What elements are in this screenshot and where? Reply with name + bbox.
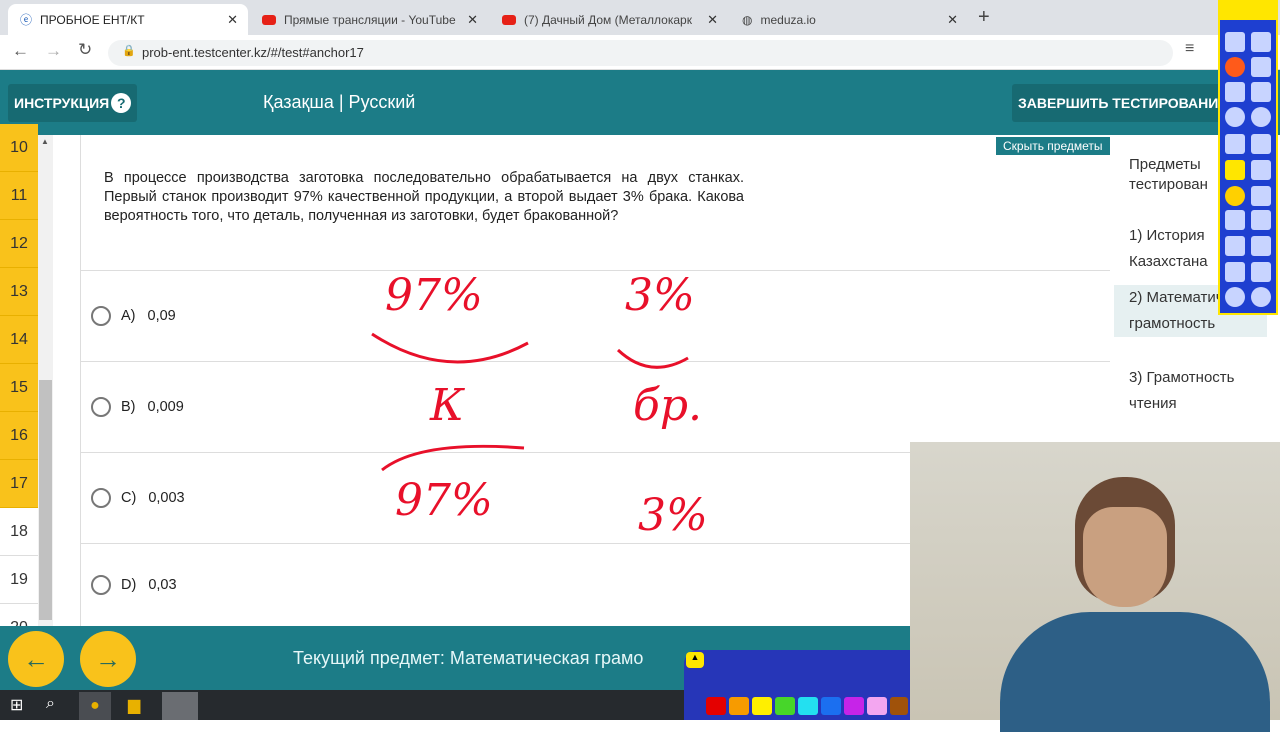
- smartboard-app-icon[interactable]: [162, 692, 198, 720]
- pen-color-brown[interactable]: [890, 697, 908, 715]
- file-explorer-icon[interactable]: ▆: [128, 695, 140, 715]
- line-icon[interactable]: [1251, 186, 1271, 206]
- shape-icon[interactable]: [1225, 186, 1245, 206]
- smartboard-toolbar: [1218, 0, 1278, 315]
- windows-start-icon[interactable]: ⊞: [10, 695, 23, 715]
- toolbar-handle[interactable]: [1220, 2, 1276, 20]
- pen-color-purple[interactable]: [844, 697, 864, 715]
- chrome-icon[interactable]: ●: [79, 692, 111, 720]
- pen-icon[interactable]: [1225, 160, 1245, 180]
- notes-icon[interactable]: [1251, 32, 1271, 52]
- eraser-icon[interactable]: [1225, 210, 1245, 230]
- undo-icon[interactable]: [1225, 287, 1245, 307]
- delete-icon[interactable]: [1251, 262, 1271, 282]
- text-icon[interactable]: [1251, 210, 1271, 230]
- search-icon[interactable]: ⌕: [46, 695, 55, 713]
- page-icon[interactable]: [1225, 32, 1245, 52]
- print-icon[interactable]: [1251, 236, 1271, 256]
- person-sweater: [1000, 612, 1270, 732]
- highlighter-icon[interactable]: [1251, 160, 1271, 180]
- clock-icon[interactable]: [1251, 107, 1271, 127]
- wand-icon[interactable]: [1251, 134, 1271, 154]
- tools-icon[interactable]: [1251, 57, 1271, 77]
- no-entry-icon[interactable]: [1225, 57, 1245, 77]
- play-icon[interactable]: [1225, 107, 1245, 127]
- webcam-video: [910, 442, 1280, 732]
- person-face: [1083, 507, 1167, 607]
- pen-color-yellow[interactable]: [752, 697, 772, 715]
- subject-item[interactable]: 3) Грамотность чтения: [1129, 365, 1267, 417]
- current-subject: Текущий предмет: Математическая грамо: [293, 648, 644, 668]
- fill-icon[interactable]: [1225, 262, 1245, 282]
- capture-icon[interactable]: [1225, 236, 1245, 256]
- next-question-button[interactable]: →: [80, 631, 136, 687]
- pen-color-pink[interactable]: [867, 697, 887, 715]
- prev-page-icon[interactable]: [1225, 82, 1245, 102]
- pen-color-red[interactable]: [706, 697, 726, 715]
- redo-icon[interactable]: [1251, 287, 1271, 307]
- pen-color-orange[interactable]: [729, 697, 749, 715]
- prev-question-button[interactable]: ←: [8, 631, 64, 687]
- next-page-icon[interactable]: [1251, 82, 1271, 102]
- pen-color-green[interactable]: [775, 697, 795, 715]
- pen-color-blue[interactable]: [821, 697, 841, 715]
- collapse-icon[interactable]: ▲: [686, 652, 704, 668]
- cursor-icon[interactable]: [1225, 134, 1245, 154]
- pen-color-cyan[interactable]: [798, 697, 818, 715]
